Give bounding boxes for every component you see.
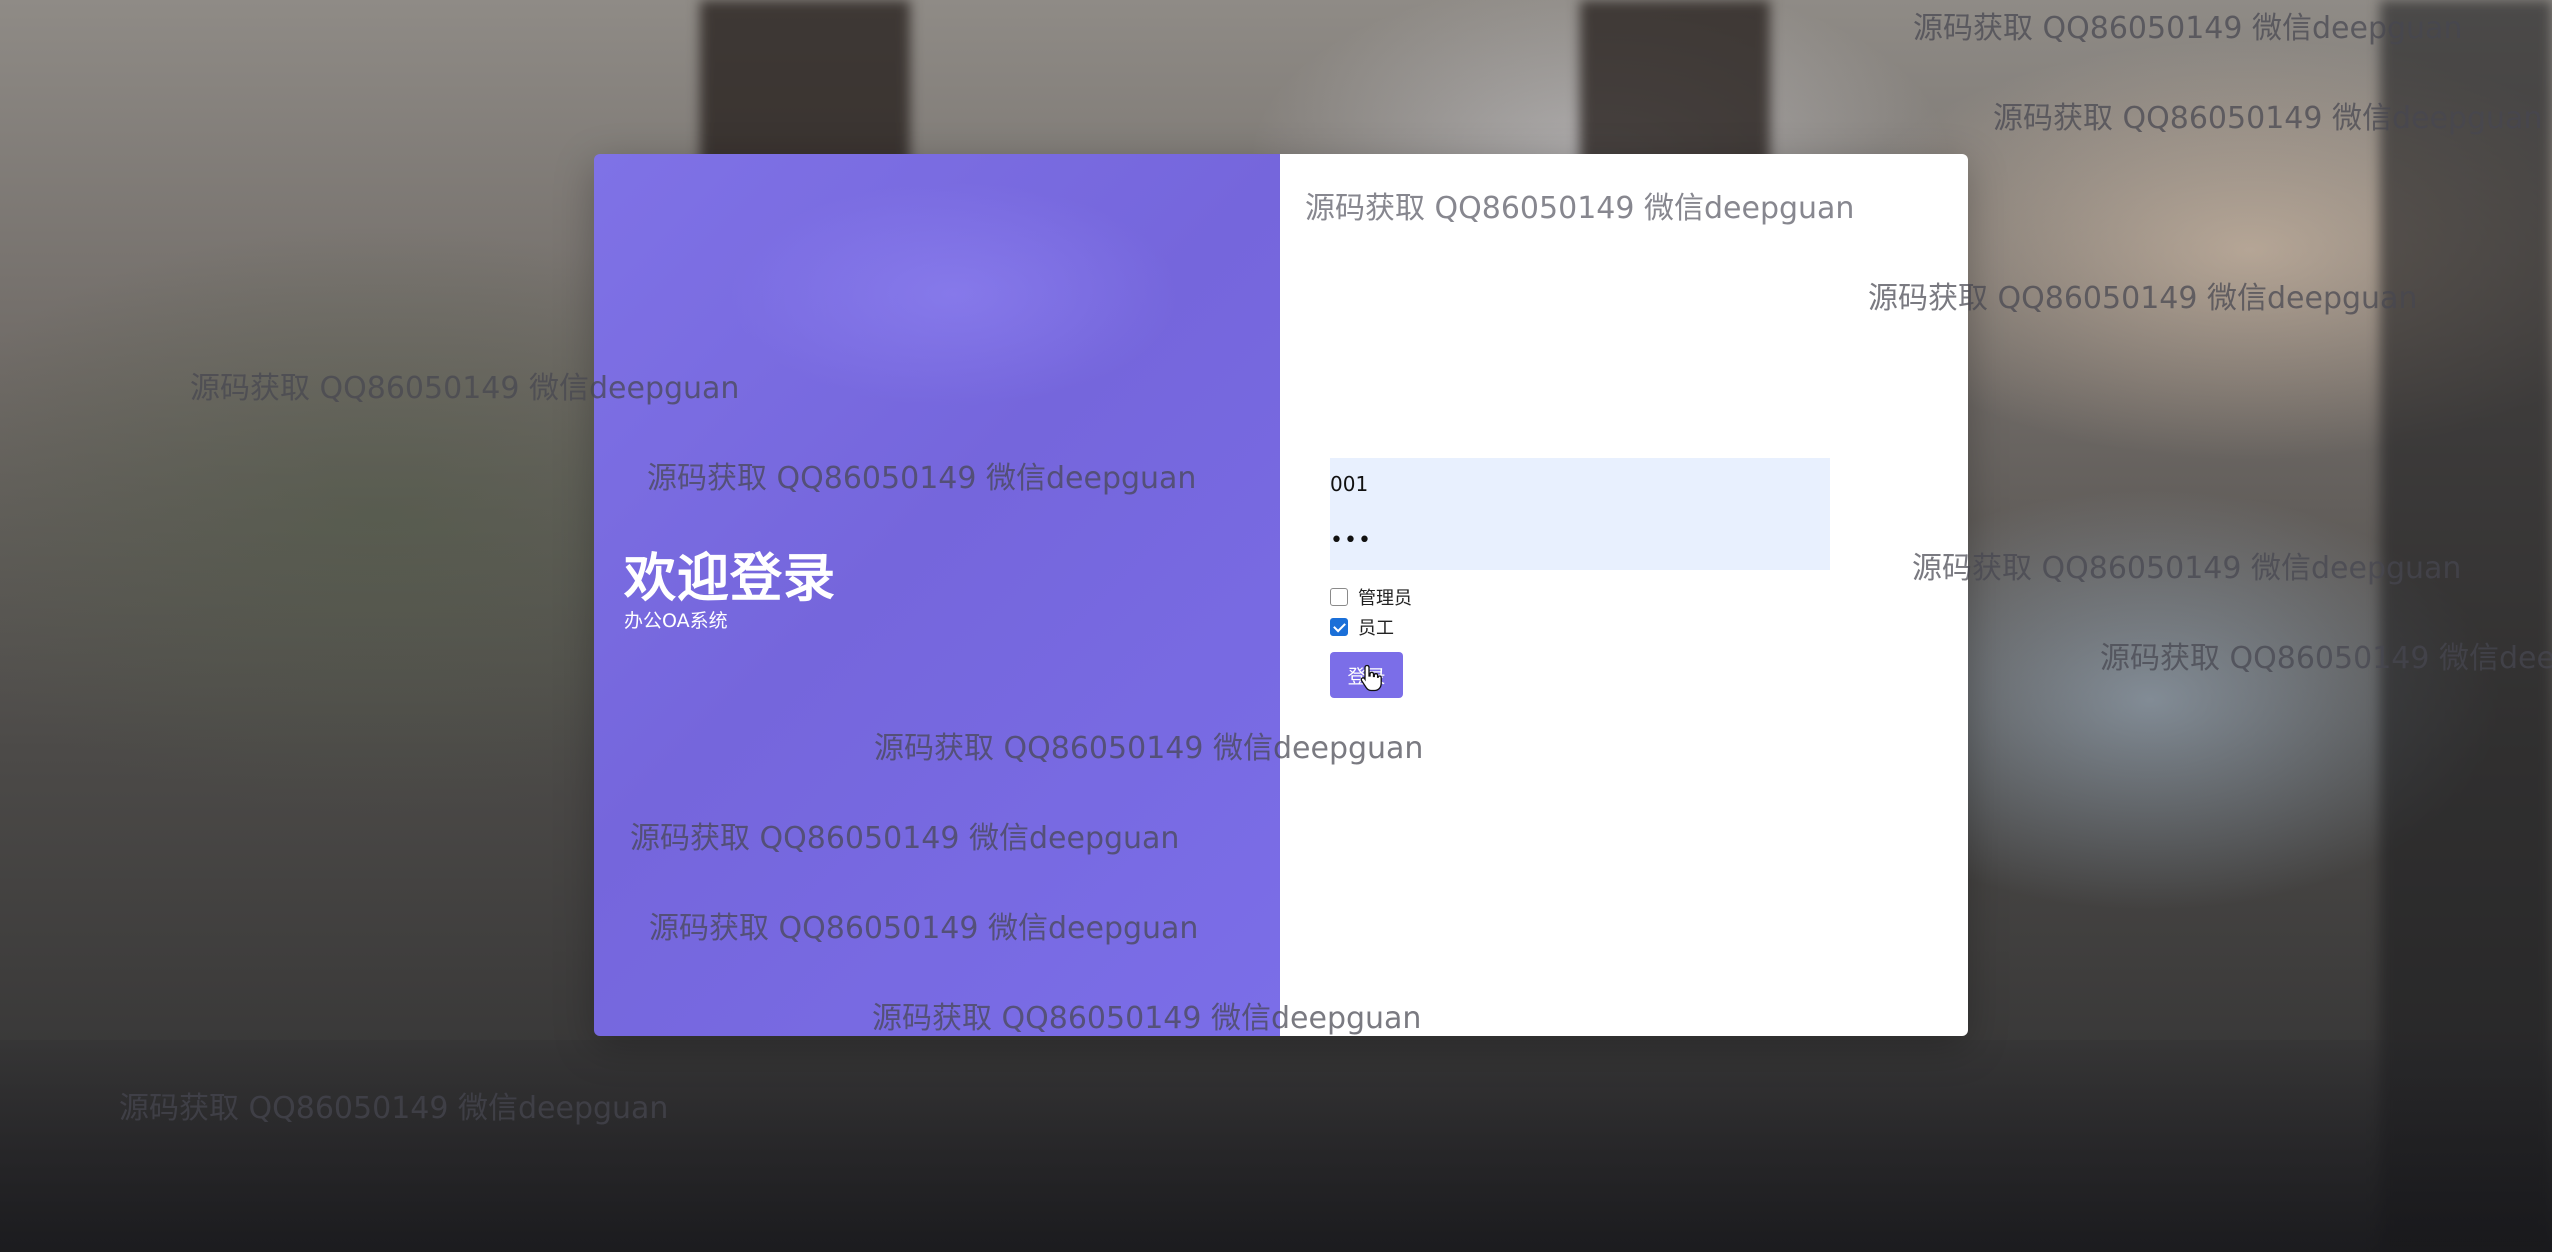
login-card: 欢迎登录 办公OA系统 管理员 员工 登录: [594, 154, 1968, 1036]
background-shape: [0, 1040, 2552, 1252]
welcome-title: 欢迎登录: [624, 549, 837, 609]
credentials-box: [1330, 458, 1830, 570]
welcome-subtitle: 办公OA系统: [624, 610, 728, 632]
login-button[interactable]: 登录: [1330, 652, 1403, 698]
role-option-admin[interactable]: 管理员: [1330, 586, 1830, 609]
admin-label: 管理员: [1358, 588, 1412, 609]
welcome-panel: 欢迎登录 办公OA系统: [594, 154, 1280, 1036]
login-form: 管理员 员工 登录: [1330, 458, 1830, 698]
password-input[interactable]: [1330, 520, 1810, 560]
employee-label: 员工: [1358, 618, 1394, 639]
employee-checkbox[interactable]: [1330, 618, 1348, 636]
username-input[interactable]: [1330, 464, 1810, 504]
role-option-employee[interactable]: 员工: [1330, 616, 1830, 639]
login-button-label: 登录: [1347, 665, 1386, 688]
admin-checkbox[interactable]: [1330, 588, 1348, 606]
form-panel: 管理员 员工 登录: [1280, 154, 1968, 1036]
